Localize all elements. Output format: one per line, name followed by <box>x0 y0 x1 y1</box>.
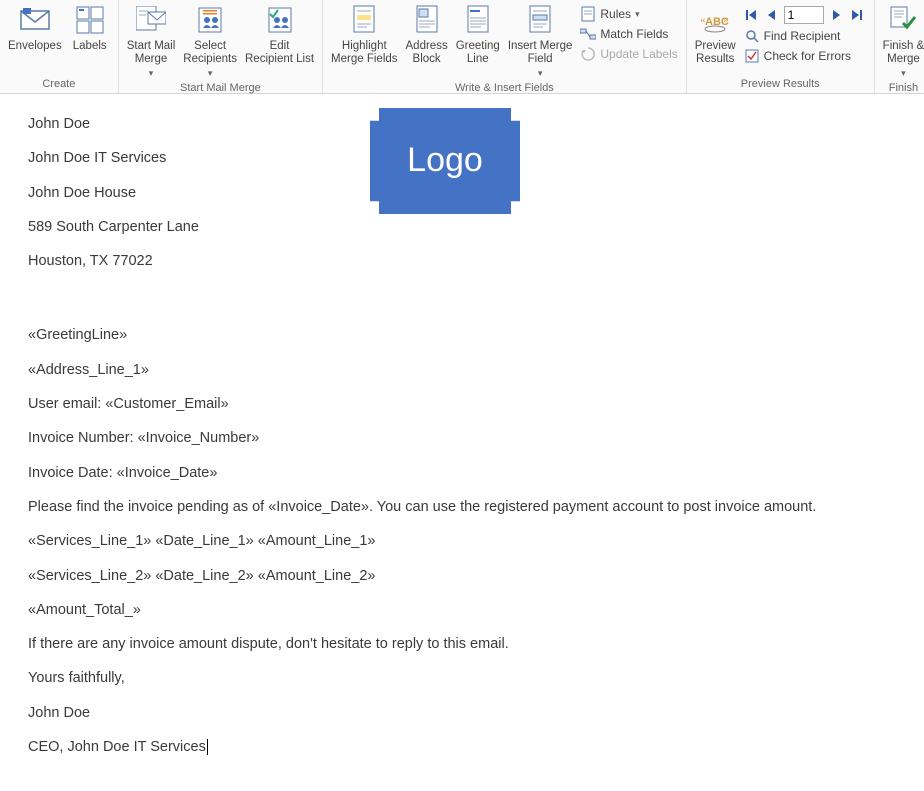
edit-list-icon <box>264 4 296 36</box>
chevron-down-icon: ▾ <box>635 9 640 20</box>
group-write-insert: Highlight Merge Fields Address Block Gre… <box>323 0 687 93</box>
find-recipient-button[interactable]: Find Recipient <box>742 26 868 46</box>
labels-label: Labels <box>73 40 107 53</box>
rules-icon <box>580 6 596 22</box>
mail-merge-icon <box>135 4 167 36</box>
insert-merge-field-label: Insert Merge Field <box>508 40 573 66</box>
find-recipient-label: Find Recipient <box>764 29 841 43</box>
last-record-button[interactable] <box>848 7 864 23</box>
email-line: User email: «Customer_Email» <box>28 394 896 414</box>
greeting-line-icon <box>462 4 494 36</box>
address-field: «Address_Line_1» <box>28 360 896 380</box>
labels-button[interactable]: Labels <box>66 2 114 53</box>
match-fields-button[interactable]: Match Fields <box>578 24 679 44</box>
finish-merge-button[interactable]: Finish & Merge ▾ <box>879 2 924 80</box>
signature-title: CEO, John Doe IT Services <box>28 737 896 757</box>
logo-shape: Logo <box>370 108 520 214</box>
text-cursor <box>207 739 212 755</box>
group-finish: Finish & Merge ▾ Finish <box>875 0 924 93</box>
start-mail-merge-button[interactable]: Start Mail Merge ▾ <box>123 2 180 80</box>
chevron-down-icon: ▾ <box>208 67 213 80</box>
check-for-errors-label: Check for Errors <box>764 49 851 63</box>
envelopes-button[interactable]: Envelopes <box>4 2 66 53</box>
address-block-label: Address Block <box>406 40 448 66</box>
invoice-number-line: Invoice Number: «Invoice_Number» <box>28 428 896 448</box>
greeting-line-button[interactable]: Greeting Line <box>452 2 504 66</box>
recipients-icon <box>194 4 226 36</box>
chevron-down-icon: ▾ <box>538 67 543 80</box>
select-recipients-label: Select Recipients <box>183 40 237 66</box>
edit-recipient-list-label: Edit Recipient List <box>245 40 314 66</box>
group-create-label: Create <box>4 76 114 93</box>
check-for-errors-button[interactable]: Check for Errors <box>742 46 868 66</box>
first-record-button[interactable] <box>744 7 760 23</box>
sender-city: Houston, TX 77022 <box>28 251 896 271</box>
sender-street: 589 South Carpenter Lane <box>28 217 896 237</box>
rules-button[interactable]: Rules ▾ <box>578 4 679 24</box>
select-recipients-button[interactable]: Select Recipients ▾ <box>179 2 241 80</box>
signature-name: John Doe <box>28 703 896 723</box>
mailings-ribbon: Envelopes Labels Create Start Mail Merge… <box>0 0 924 94</box>
preview-results-button[interactable]: «»ABC Preview Results <box>691 2 740 66</box>
match-fields-icon <box>580 26 596 42</box>
record-number-input[interactable] <box>784 6 824 24</box>
envelope-icon <box>19 4 51 36</box>
group-start-mail-merge: Start Mail Merge ▾ Select Recipients ▾ E… <box>119 0 323 93</box>
body-paragraph-1: Please find the invoice pending as of «I… <box>28 497 896 517</box>
group-create: Envelopes Labels Create <box>0 0 119 93</box>
finish-merge-label: Finish & Merge <box>883 40 924 66</box>
address-block-button[interactable]: Address Block <box>402 2 452 66</box>
edit-recipient-list-button[interactable]: Edit Recipient List <box>241 2 318 66</box>
address-block-icon <box>411 4 443 36</box>
envelopes-label: Envelopes <box>8 40 62 53</box>
update-labels-label: Update Labels <box>600 47 677 61</box>
greeting-field: «GreetingLine» <box>28 325 896 345</box>
highlight-icon <box>348 4 380 36</box>
services-line-2: «Services_Line_2» «Date_Line_2» «Amount_… <box>28 566 896 586</box>
prev-record-button[interactable] <box>764 7 780 23</box>
labels-icon <box>74 4 106 36</box>
next-record-button[interactable] <box>828 7 844 23</box>
greeting-line-label: Greeting Line <box>456 40 500 66</box>
logo-text: Logo <box>407 137 483 185</box>
record-navigator <box>742 4 868 26</box>
body-paragraph-2: If there are any invoice amount dispute,… <box>28 634 896 654</box>
preview-icon: «»ABC <box>699 4 731 36</box>
insert-merge-field-button[interactable]: Insert Merge Field ▾ <box>504 2 577 80</box>
match-fields-label: Match Fields <box>600 27 668 41</box>
document-body[interactable]: Logo John Doe John Doe IT Services John … <box>0 94 924 791</box>
signoff: Yours faithfully, <box>28 668 896 688</box>
group-preview-results: «»ABC Preview Results <box>687 0 875 93</box>
highlight-merge-fields-button[interactable]: Highlight Merge Fields <box>327 2 401 66</box>
update-labels-icon <box>580 46 596 62</box>
chevron-down-icon: ▾ <box>149 67 154 80</box>
group-preview-label: Preview Results <box>691 76 870 93</box>
search-icon <box>744 28 760 44</box>
highlight-label: Highlight Merge Fields <box>331 40 397 66</box>
insert-field-icon <box>524 4 556 36</box>
check-icon <box>744 48 760 64</box>
services-line-1: «Services_Line_1» «Date_Line_1» «Amount_… <box>28 531 896 551</box>
invoice-date-line: Invoice Date: «Invoice_Date» <box>28 463 896 483</box>
update-labels-button: Update Labels <box>578 44 679 64</box>
finish-icon <box>887 4 919 36</box>
preview-results-label: Preview Results <box>695 40 736 66</box>
rules-label: Rules <box>600 7 631 21</box>
amount-total: «Amount_Total_» <box>28 600 896 620</box>
start-mail-merge-label: Start Mail Merge <box>127 40 176 66</box>
chevron-down-icon: ▾ <box>901 67 906 80</box>
